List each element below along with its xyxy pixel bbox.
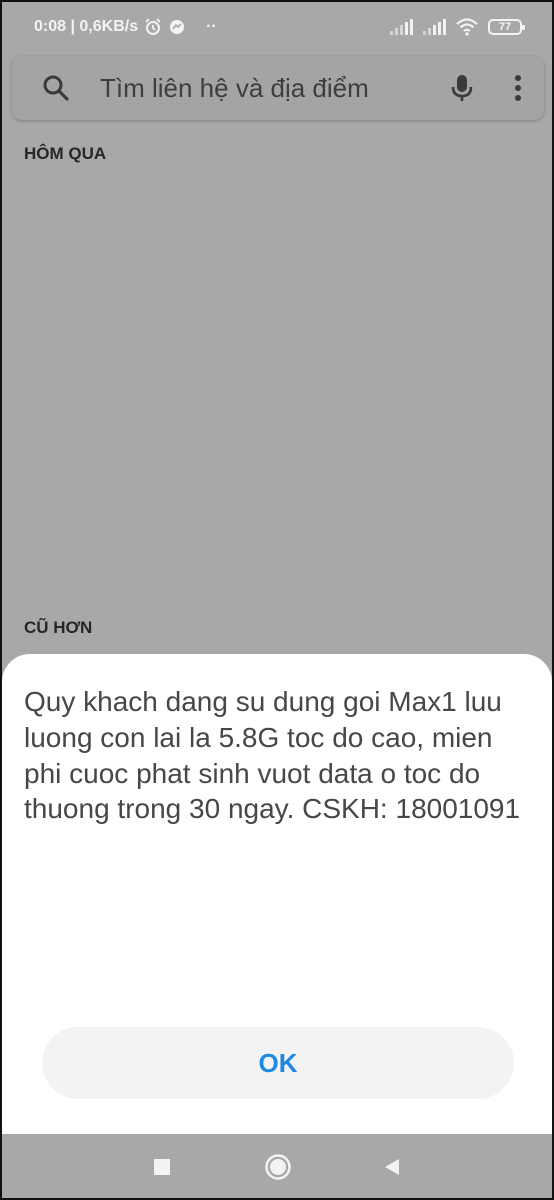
ok-button[interactable]: OK (42, 1027, 514, 1099)
section-older: CŨ HƠN (24, 618, 93, 637)
messenger-icon (170, 20, 185, 34)
wifi-icon (456, 18, 478, 36)
status-dots: ·· (206, 18, 217, 35)
battery-level: 77 (498, 21, 512, 33)
signal-icon-2 (423, 19, 446, 35)
search-bar[interactable]: Tìm liên hệ và địa điểm (12, 56, 544, 120)
dialog-message: Quy khach dang su dung goi Max1 luu luon… (24, 686, 521, 825)
navigation-bar (2, 1134, 552, 1198)
section-yesterday: HÔM QUA (24, 144, 107, 163)
signal-icon (390, 19, 413, 35)
square-icon[interactable] (153, 1158, 171, 1176)
message-dialog: Quy khach dang su dung goi Max1 luu luon… (2, 654, 552, 1134)
phone-screen: 0:08 | 0,6KB/s ·· 77 Tìm liên hệ và địa … (0, 0, 554, 1200)
circle-icon[interactable] (264, 1153, 292, 1181)
status-time-speed: 0:08 | 0,6KB/s (34, 18, 139, 35)
search-input[interactable]: Tìm liên hệ và địa điểm (100, 73, 450, 104)
more-vert-icon[interactable] (514, 74, 522, 102)
battery-icon: 77 (488, 19, 525, 35)
status-left: 0:08 | 0,6KB/s ·· (34, 18, 217, 36)
search-icon[interactable] (42, 74, 70, 102)
triangle-back-icon[interactable] (382, 1157, 402, 1177)
status-right: 77 (390, 18, 525, 36)
alarm-icon (145, 18, 161, 35)
mic-icon[interactable] (450, 73, 474, 103)
status-bar: 0:08 | 0,6KB/s ·· 77 (2, 2, 552, 52)
